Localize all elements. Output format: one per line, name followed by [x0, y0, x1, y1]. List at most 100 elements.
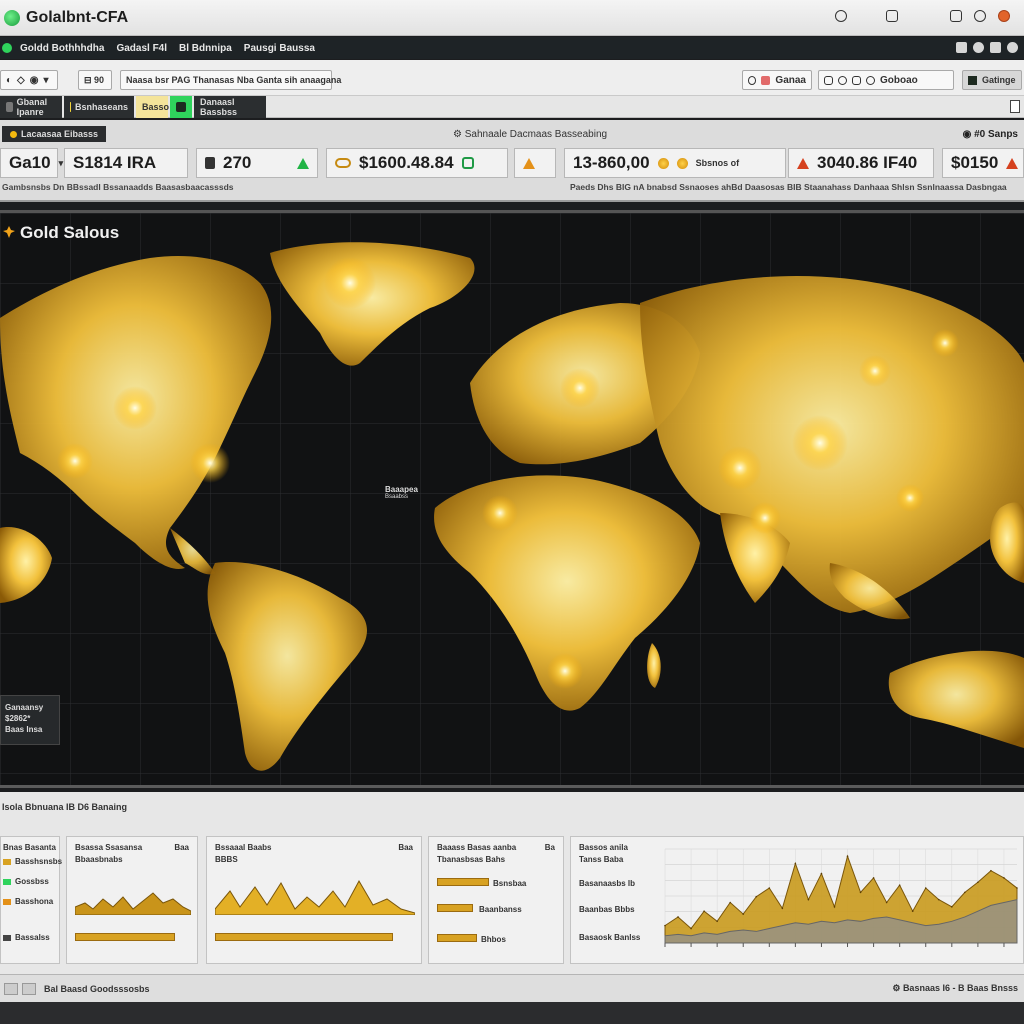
metric-balance-value: 3040.86 IF40	[817, 153, 918, 172]
data-point[interactable]	[716, 920, 718, 923]
profile-icon[interactable]	[1007, 42, 1018, 53]
tab-3[interactable]: Basso	[136, 96, 169, 118]
world-map-panel: Gold Salous Baaapea Bsaabss Ganaansy $28…	[0, 210, 1024, 788]
close-icon[interactable]	[998, 10, 1010, 22]
footer-toggle-icon[interactable]	[4, 982, 18, 995]
toolbar-view-button[interactable]: ⊟ 90	[78, 70, 112, 90]
footer-bar: Bal Baasd Goodsssosbs ⚙ Basnaas I6 - B B…	[0, 974, 1024, 1002]
refresh-icon[interactable]	[835, 10, 847, 22]
home-icon[interactable]: ◉	[30, 75, 39, 86]
toolbar-settings-button[interactable]: Gatinge	[962, 70, 1022, 90]
data-point[interactable]	[951, 906, 953, 908]
metric-currency-select[interactable]: Ga10 ▾	[0, 148, 63, 178]
data-point[interactable]	[742, 913, 745, 915]
hotspot-central-asia[interactable]	[792, 415, 848, 471]
data-point[interactable]	[664, 924, 666, 927]
tab-1[interactable]: Gbanal Ipanre	[0, 96, 62, 118]
tab-2[interactable]: Bsnhaseans	[64, 96, 134, 118]
data-point[interactable]	[846, 855, 849, 858]
status-pill[interactable]: Lacaasaa Eibasss	[2, 126, 107, 142]
data-point[interactable]	[924, 887, 927, 889]
tab-5[interactable]: Danaasl Bassbss	[194, 96, 266, 118]
metric-trend-button[interactable]	[514, 148, 556, 178]
filter-icon[interactable]	[866, 75, 875, 85]
card-transactions[interactable]: Baaass Basas aanba Ba Tbanasbsas Bahs Bs…	[428, 836, 564, 964]
menu-item-3[interactable]: Bl Bdnnipa	[179, 43, 232, 54]
data-point[interactable]	[807, 898, 810, 901]
hotspot-northeast-asia[interactable]	[859, 355, 891, 387]
copy-icon[interactable]	[824, 75, 833, 85]
data-point[interactable]	[859, 891, 862, 894]
search-icon[interactable]	[748, 75, 757, 85]
hotspot-india[interactable]	[749, 502, 781, 534]
toolbar-nav-group[interactable]: ◐ ◇ ◉ ▾	[0, 70, 58, 90]
hotspot-china[interactable]	[896, 484, 924, 512]
data-point[interactable]	[820, 872, 823, 875]
world-map[interactable]	[0, 213, 1024, 785]
grid-icon[interactable]	[990, 42, 1001, 53]
data-point[interactable]	[990, 869, 992, 872]
chart-icon[interactable]	[852, 75, 861, 85]
window-restore-icon[interactable]	[886, 10, 898, 22]
toolbar-breadcrumb[interactable]: Naasa bsr PAG Thanasas Nba Ganta sih ana…	[120, 70, 341, 90]
data-point[interactable]	[911, 910, 914, 912]
globe-icon[interactable]	[973, 42, 984, 53]
card-transactions-action[interactable]: Ba	[545, 843, 555, 852]
data-point[interactable]	[781, 907, 784, 910]
hotspot-south-africa[interactable]	[547, 653, 583, 689]
hotspot-east-asia[interactable]	[931, 329, 959, 357]
hotspot-greenland[interactable]	[324, 257, 376, 309]
map-legend[interactable]: Ganaansy $2862* Baas Insa	[0, 695, 60, 745]
dropdown-icon[interactable]: ▾	[43, 75, 48, 86]
hotspot-north-america-east[interactable]	[113, 386, 157, 430]
hotspot-north-america-south[interactable]	[190, 443, 230, 483]
hotspot-north-africa[interactable]	[482, 495, 518, 531]
data-point[interactable]	[964, 891, 966, 894]
data-point[interactable]	[885, 901, 888, 904]
card-mini-chart-2-action[interactable]: Baa	[398, 843, 413, 852]
footer-settings-icon[interactable]: ⚙	[892, 983, 903, 993]
card-mini-chart-2[interactable]: Bssaaal Baabs Baa BBBS	[206, 836, 422, 964]
coin-small-icon	[657, 157, 669, 169]
trend-row-3: Basaosk Banlss	[579, 933, 641, 942]
card-mini-chart-1[interactable]: Bsassa Ssasansa Baa Bbaasbnabs	[66, 836, 198, 964]
alert-icon[interactable]	[761, 75, 771, 85]
data-point[interactable]	[898, 884, 901, 886]
toolbar-actions-group[interactable]: Goboao	[818, 70, 954, 90]
hotspot-north-america-west[interactable]	[57, 443, 93, 479]
data-point[interactable]	[977, 881, 979, 884]
data-point[interactable]	[794, 862, 797, 865]
data-point[interactable]	[872, 877, 875, 879]
data-point[interactable]	[729, 901, 731, 904]
data-point[interactable]	[1003, 877, 1005, 879]
back-icon[interactable]: ◐	[6, 75, 12, 86]
menu-item-4[interactable]: Pausgi Baussa	[244, 43, 315, 54]
data-point[interactable]	[768, 887, 771, 889]
data-point[interactable]	[690, 927, 692, 930]
new-tab-icon[interactable]	[1010, 100, 1020, 113]
trend-row-2: Baanbas Bbbs	[579, 905, 635, 914]
toolbar-tools-group[interactable]: Ganaa	[742, 70, 812, 90]
data-point[interactable]	[1016, 887, 1018, 889]
help-icon[interactable]	[974, 10, 986, 22]
card-trend-chart[interactable]: Bassos anila Tanss Baba Basanaasbs lb Ba…	[570, 836, 1024, 964]
tab-4-icon-button[interactable]	[170, 96, 192, 118]
data-point[interactable]	[703, 910, 705, 912]
hotspot-middle-east[interactable]	[718, 446, 762, 490]
menu-item-1[interactable]: Goldd Bothhhdha	[20, 43, 104, 54]
users-icon[interactable]	[956, 42, 967, 53]
clock-icon[interactable]	[838, 75, 847, 85]
settings-icon[interactable]	[950, 10, 962, 22]
tab-1-label: Gbanal Ipanre	[16, 97, 48, 117]
menu-item-2[interactable]: Gadasl F4l	[116, 43, 167, 54]
forward-icon[interactable]: ◇	[17, 75, 25, 86]
card-mini-chart-1-action[interactable]: Baa	[174, 843, 189, 852]
data-point[interactable]	[677, 916, 679, 918]
footer-menu-icon[interactable]	[22, 982, 36, 995]
card-sources[interactable]: Bnas Basanta Basshsnsbs Gossbss Basshona…	[0, 836, 62, 964]
data-point[interactable]	[937, 898, 940, 901]
hotspot-europe[interactable]	[560, 368, 600, 408]
data-point[interactable]	[833, 906, 836, 908]
trend-area-chart[interactable]	[661, 841, 1021, 959]
data-point[interactable]	[755, 895, 758, 898]
